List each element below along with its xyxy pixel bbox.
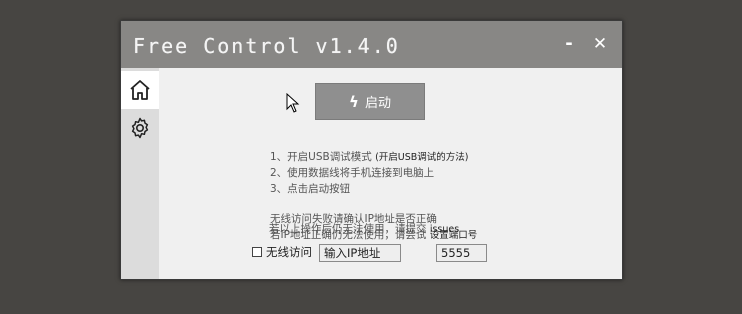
app-window: Free Control v1.4.0 - ✕ ϟ 启动 1、开启USB调试模式… bbox=[120, 20, 623, 280]
port-input[interactable]: 5555 bbox=[436, 244, 487, 262]
app-title: Free Control v1.4.0 bbox=[133, 34, 400, 58]
wireless-checkbox-label: 无线访问 bbox=[266, 245, 312, 259]
bolt-icon: ϟ bbox=[349, 92, 359, 111]
start-button[interactable]: ϟ 启动 bbox=[315, 83, 425, 120]
minimize-button[interactable]: - bbox=[557, 33, 581, 55]
usb-debug-help-link[interactable]: (开启USB调试的方法) bbox=[375, 152, 468, 163]
gear-icon bbox=[131, 117, 149, 139]
wireless-help-text-2: 若IP地址正确仍无法使用，请尝试 bbox=[270, 229, 430, 241]
close-button[interactable]: ✕ bbox=[588, 33, 612, 55]
sidebar-item-settings[interactable] bbox=[121, 109, 159, 147]
title-bar[interactable]: Free Control v1.4.0 - ✕ bbox=[121, 21, 622, 68]
wireless-help-line-2: 若IP地址正确仍无法使用，请尝试 设置端口号 bbox=[270, 227, 477, 242]
ip-address-input[interactable]: 输入IP地址 bbox=[319, 244, 401, 262]
instruction-line-3: 3、点击启动按钮 bbox=[270, 183, 351, 195]
wireless-checkbox[interactable] bbox=[252, 247, 262, 257]
wireless-help-line-1: 无线访问失败请确认IP地址是否正确 bbox=[270, 213, 437, 225]
sidebar-item-home[interactable] bbox=[121, 71, 159, 109]
instruction-text-1: 1、开启USB调试模式 bbox=[270, 151, 376, 163]
home-icon bbox=[130, 80, 150, 100]
sidebar bbox=[121, 68, 159, 279]
instruction-line-1: 1、开启USB调试模式 (开启USB调试的方法) bbox=[270, 149, 469, 164]
mouse-cursor-icon bbox=[286, 93, 300, 113]
set-port-link[interactable]: 设置端口号 bbox=[430, 230, 478, 241]
wireless-toggle[interactable]: 无线访问 bbox=[252, 244, 312, 260]
start-button-label: 启动 bbox=[364, 96, 391, 111]
instruction-line-2: 2、使用数据线将手机连接到电脑上 bbox=[270, 167, 435, 179]
